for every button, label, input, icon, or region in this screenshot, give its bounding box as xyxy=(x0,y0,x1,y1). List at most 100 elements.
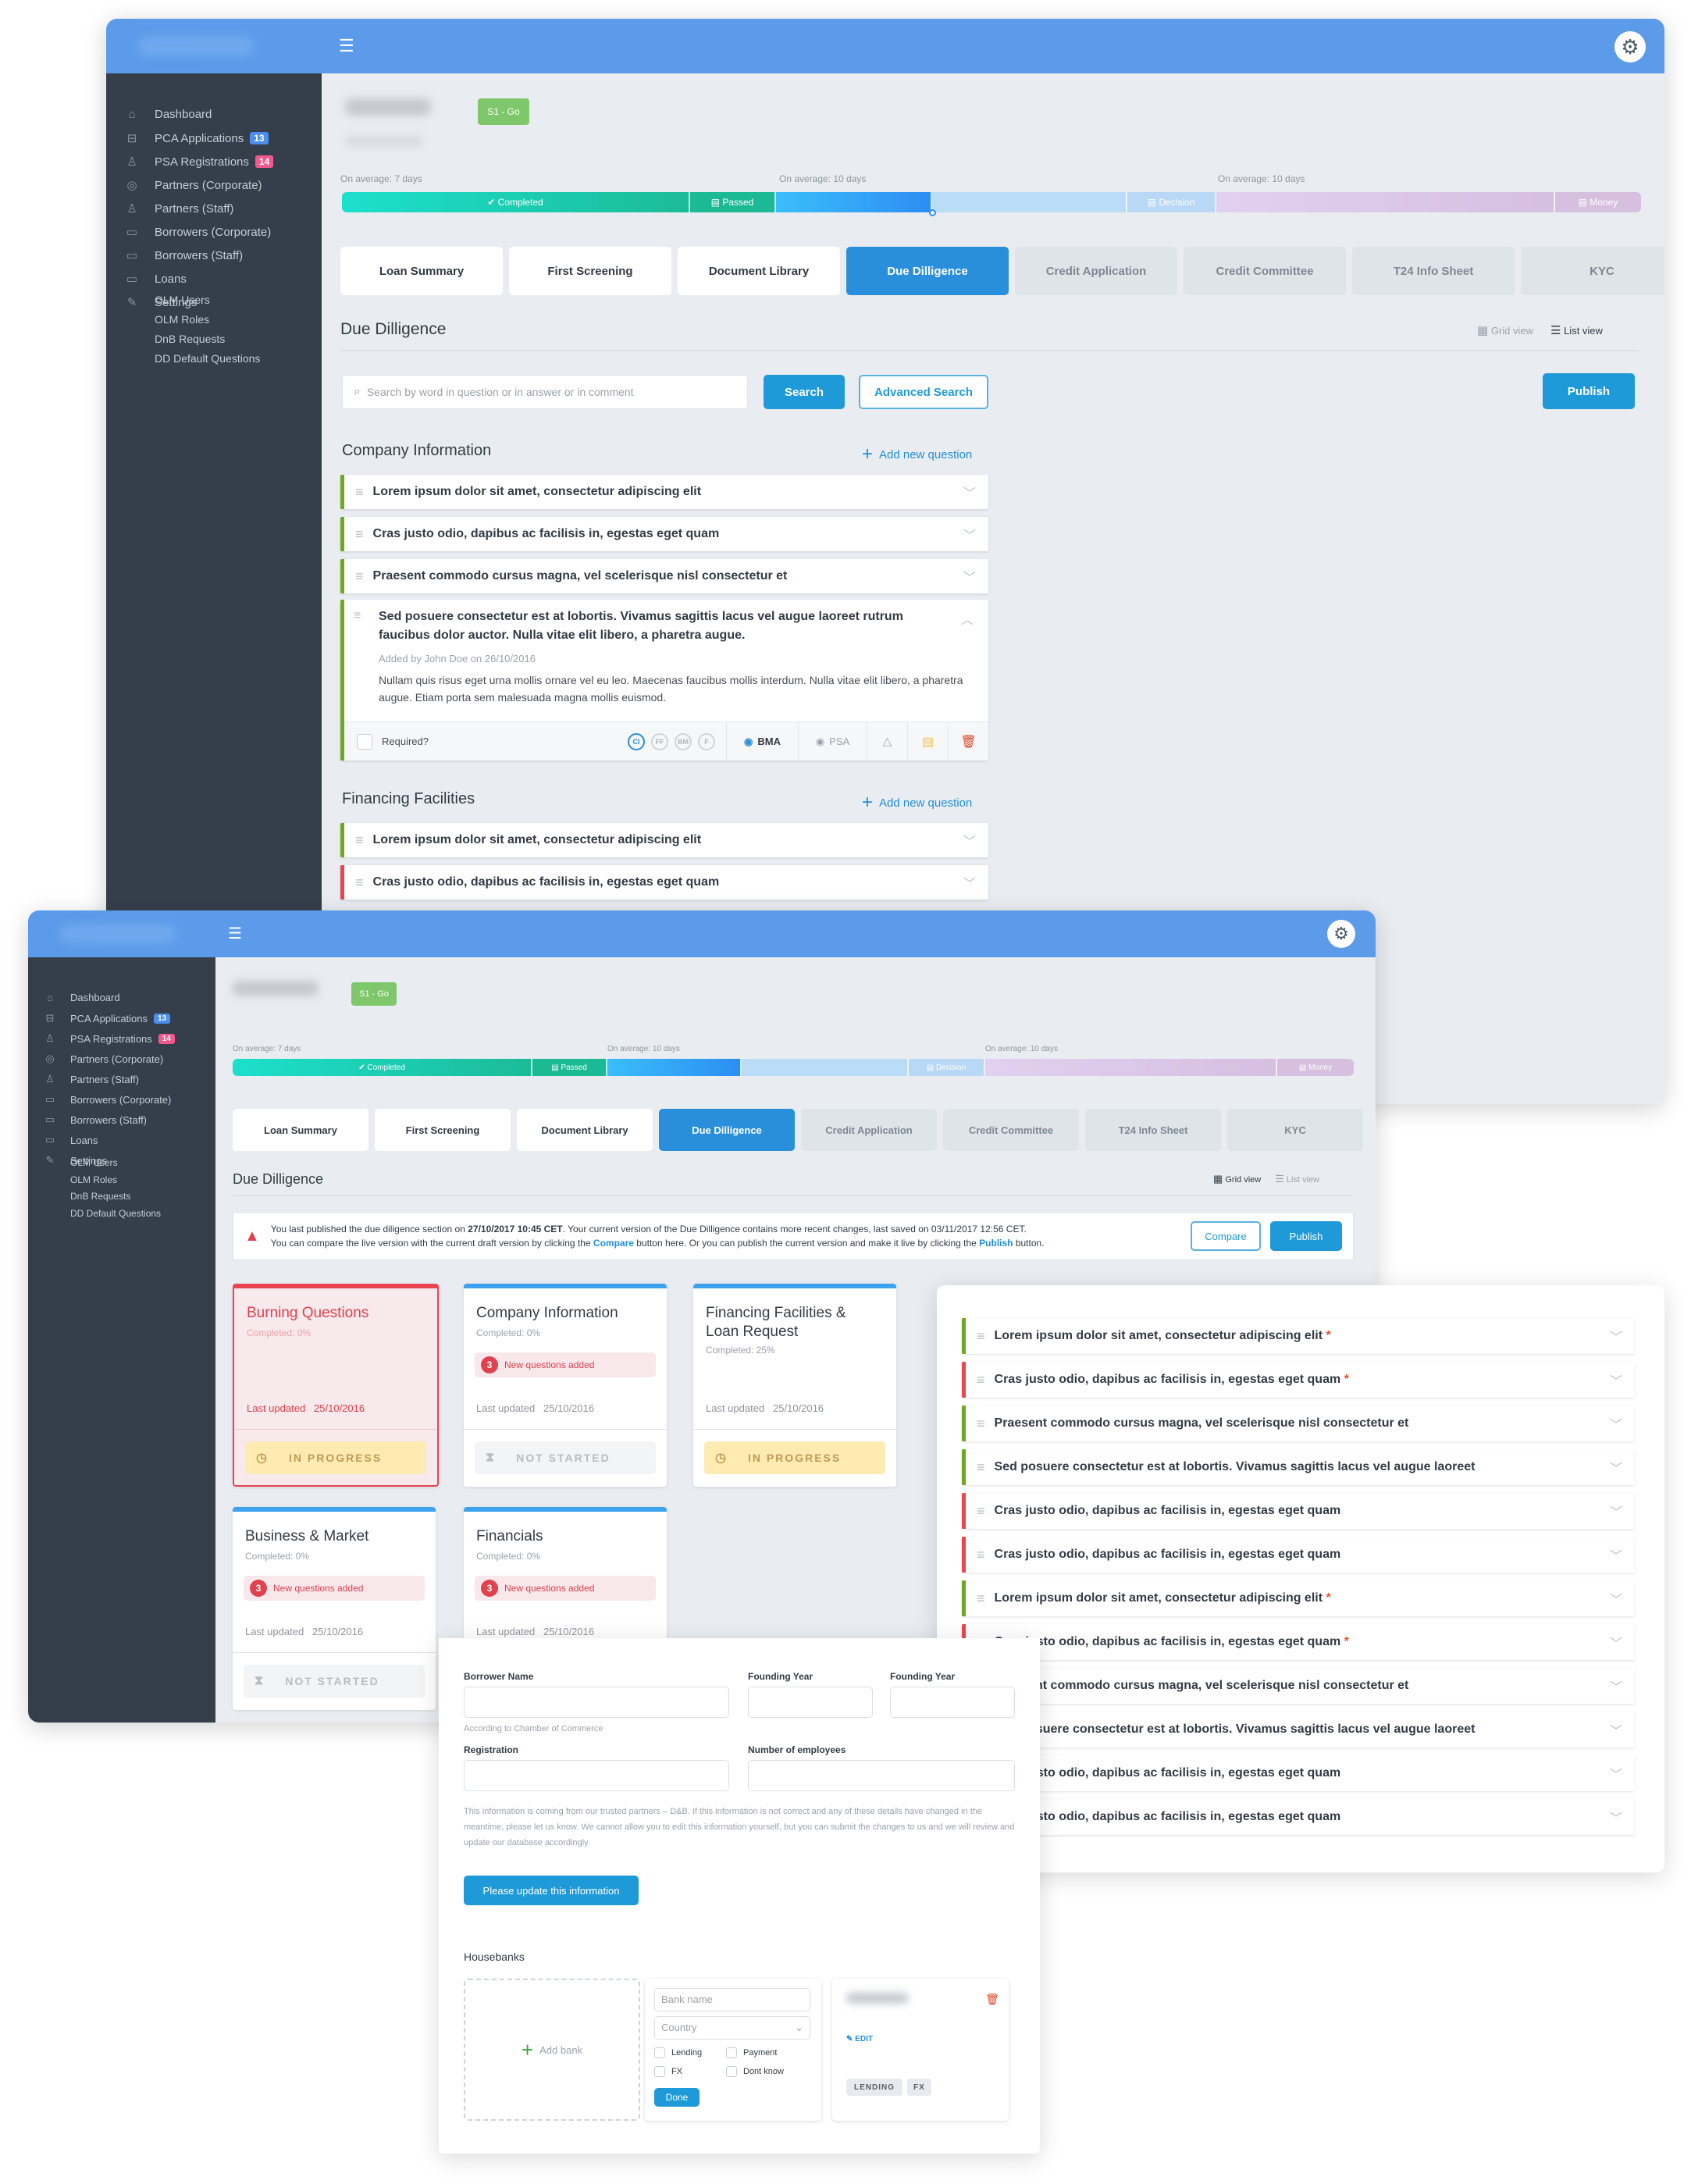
tab-due-dilligence[interactable]: Due Dilligence xyxy=(846,247,1009,295)
publish-button[interactable]: Publish xyxy=(1543,373,1635,409)
comment-icon[interactable]: ▤ xyxy=(907,722,948,761)
publish-button[interactable]: Publish xyxy=(1270,1221,1342,1251)
sidebar-item-pca-applications[interactable]: ⊟ PCA Applications 13 xyxy=(125,131,269,145)
tab-credit-committee[interactable]: Credit Committee xyxy=(1184,247,1346,295)
question-row[interactable]: ≡ Cras justo odio, dapibus ac facilisis … xyxy=(340,517,988,551)
sidebar-item-psa-registrations[interactable]: ♙ PSA Registrations 14 xyxy=(44,1032,175,1045)
drag-handle-icon[interactable]: ≡ xyxy=(977,1459,985,1476)
chevron-down-icon[interactable]: ﹀ xyxy=(1610,1589,1622,1608)
tab-credit-application[interactable]: Credit Application xyxy=(801,1109,937,1151)
drag-handle-icon[interactable]: ≡ xyxy=(355,526,364,543)
founding-year-input[interactable] xyxy=(890,1687,1015,1718)
sidebar-subitem[interactable]: OLM Users xyxy=(155,294,210,306)
drag-handle-icon[interactable]: ≡ xyxy=(355,568,364,585)
required-checkbox[interactable] xyxy=(357,733,372,750)
category-bm-toggle[interactable]: BM xyxy=(675,732,692,750)
chevron-down-icon[interactable]: ﹀ xyxy=(1610,1545,1622,1564)
category-ci-toggle[interactable]: CI xyxy=(628,732,645,750)
sidebar-subitem[interactable]: OLM Roles xyxy=(70,1174,117,1185)
add-question-button[interactable]: + Add new question xyxy=(862,444,972,465)
tab-first-screening[interactable]: First Screening xyxy=(509,247,671,295)
search-input[interactable]: ⌕ Search by word in question or in answe… xyxy=(342,375,748,409)
sidebar-item-pca-applications[interactable]: ⊟ PCA Applications 13 xyxy=(44,1012,171,1024)
payment-checkbox[interactable] xyxy=(726,2047,737,2058)
category-ff-toggle[interactable]: FF xyxy=(651,732,668,750)
tab-document-library[interactable]: Document Library xyxy=(517,1109,653,1151)
chevron-down-icon[interactable]: ﹀ xyxy=(1610,1370,1622,1389)
founding-year-input[interactable] xyxy=(748,1687,873,1718)
category-f-toggle[interactable]: F xyxy=(698,732,715,750)
tab-loan-summary[interactable]: Loan Summary xyxy=(233,1109,368,1151)
sidebar-subitem[interactable]: DD Default Questions xyxy=(70,1208,161,1219)
menu-toggle-icon[interactable]: ☰ xyxy=(228,926,242,942)
compare-button[interactable]: Compare xyxy=(1191,1221,1261,1251)
collapse-chevron-icon[interactable]: ︿ xyxy=(961,609,974,628)
question-row[interactable]: ≡ Cras justo odio, dapibus ac facilisis … xyxy=(962,1799,1635,1835)
list-view-toggle[interactable]: ☰ List view xyxy=(1275,1173,1319,1185)
drag-handle-icon[interactable]: ≡ xyxy=(977,1372,985,1388)
chevron-down-icon[interactable]: ﹀ xyxy=(1610,1458,1622,1477)
chevron-down-icon[interactable]: ﹀ xyxy=(963,483,976,501)
chevron-down-icon[interactable]: ﹀ xyxy=(1610,1633,1622,1651)
question-row[interactable]: ≡ Lorem ipsum dolor sit amet, consectetu… xyxy=(962,1580,1635,1616)
tab-t24-info-sheet[interactable]: T24 Info Sheet xyxy=(1352,247,1515,295)
sidebar-item-loans[interactable]: ▭ Loans xyxy=(44,1134,98,1146)
tab-t24-info-sheet[interactable]: T24 Info Sheet xyxy=(1085,1109,1221,1151)
chevron-down-icon[interactable]: ﹀ xyxy=(1610,1502,1622,1520)
registration-input[interactable] xyxy=(464,1760,729,1791)
chevron-down-icon[interactable]: ﹀ xyxy=(1610,1327,1622,1345)
list-view-toggle[interactable]: ☰ List view xyxy=(1550,323,1603,337)
chevron-down-icon[interactable]: ﹀ xyxy=(963,873,976,892)
question-row[interactable]: ≡ Praesent commodo cursus magna, vel sce… xyxy=(962,1668,1635,1704)
tab-document-library[interactable]: Document Library xyxy=(678,247,840,295)
grid-view-toggle[interactable]: ▦ Grid view xyxy=(1477,323,1533,337)
drag-handle-icon[interactable]: ≡ xyxy=(355,484,364,501)
lending-checkbox[interactable] xyxy=(654,2047,665,2058)
question-row[interactable]: ≡ Sed posuere consectetur est at loborti… xyxy=(962,1712,1635,1748)
sidebar-subitem[interactable]: DnB Requests xyxy=(70,1191,130,1202)
sidebar-item-psa-registrations[interactable]: ♙ PSA Registrations 14 xyxy=(125,155,274,169)
sidebar-item-borrowers-staff[interactable]: ▭ Borrowers (Staff) xyxy=(125,248,243,263)
section-card[interactable]: Business & Market Completed: 0% 3 New que… xyxy=(233,1507,436,1710)
fx-checkbox[interactable] xyxy=(654,2066,665,2077)
chevron-down-icon[interactable]: ﹀ xyxy=(963,525,976,543)
dont-know-checkbox[interactable] xyxy=(726,2066,737,2077)
question-row[interactable]: ≡ Cras justo odio, dapibus ac facilisis … xyxy=(962,1755,1635,1791)
option-fx[interactable]: FX xyxy=(654,2066,682,2077)
question-row[interactable]: ≡ Lorem ipsum dolor sit amet, consectetu… xyxy=(962,1318,1635,1354)
search-button[interactable]: Search xyxy=(764,375,845,409)
section-card[interactable]: Company Information Completed: 0% 3 New q… xyxy=(464,1284,667,1487)
sidebar-item-borrowers-corporate[interactable]: ▭ Borrowers (Corporate) xyxy=(125,225,271,240)
tab-kyc[interactable]: KYC xyxy=(1521,247,1664,295)
chevron-down-icon[interactable]: ﹀ xyxy=(963,567,976,586)
tab-credit-committee[interactable]: Credit Committee xyxy=(943,1109,1079,1151)
drag-handle-icon[interactable]: ≡ xyxy=(977,1416,985,1432)
employees-input[interactable] xyxy=(748,1760,1015,1791)
tab-kyc[interactable]: KYC xyxy=(1227,1109,1363,1151)
sidebar-subitem[interactable]: DD Default Questions xyxy=(155,352,260,365)
settings-gear-icon[interactable]: ⚙ xyxy=(1327,920,1355,948)
sidebar-item-partners-staff[interactable]: ♙ Partners (Staff) xyxy=(44,1073,139,1085)
tab-loan-summary[interactable]: Loan Summary xyxy=(340,247,503,295)
bank-name-input[interactable]: Bank name xyxy=(654,1988,810,2011)
advanced-search-button[interactable]: Advanced Search xyxy=(859,375,988,409)
question-row[interactable]: ≡ Cras justo odio, dapibus ac facilisis … xyxy=(962,1537,1635,1573)
drag-handle-icon[interactable]: ≡ xyxy=(977,1547,985,1563)
add-question-button[interactable]: + Add new question xyxy=(862,792,972,814)
sidebar-item-partners-corporate[interactable]: ◎ Partners (Corporate) xyxy=(125,178,262,193)
chevron-down-icon[interactable]: ﹀ xyxy=(1610,1414,1622,1433)
option-lending[interactable]: Lending xyxy=(654,2047,702,2058)
question-row[interactable]: ≡ Cras justo odio, dapibus ac facilisis … xyxy=(962,1624,1635,1660)
drag-handle-icon[interactable]: ≡ xyxy=(977,1328,985,1345)
drag-handle-icon[interactable]: ≡ xyxy=(355,832,364,849)
sidebar-subitem[interactable]: OLM Roles xyxy=(155,313,209,326)
sidebar-item-partners-corporate[interactable]: ◎ Partners (Corporate) xyxy=(44,1053,163,1065)
grid-view-toggle[interactable]: ▦ Grid view xyxy=(1213,1173,1261,1185)
sidebar-subitem[interactable]: OLM Users xyxy=(70,1157,118,1168)
update-information-button[interactable]: Please update this information xyxy=(464,1876,639,1905)
section-card[interactable]: Financials Completed: 0% 3 New questions … xyxy=(464,1507,667,1653)
done-button[interactable]: Done xyxy=(654,2088,700,2107)
question-row[interactable]: ≡ Praesent commodo cursus magna, vel sce… xyxy=(962,1406,1635,1441)
chevron-down-icon[interactable]: ﹀ xyxy=(1610,1808,1622,1826)
drag-handle-icon[interactable]: ≡ xyxy=(977,1591,985,1607)
